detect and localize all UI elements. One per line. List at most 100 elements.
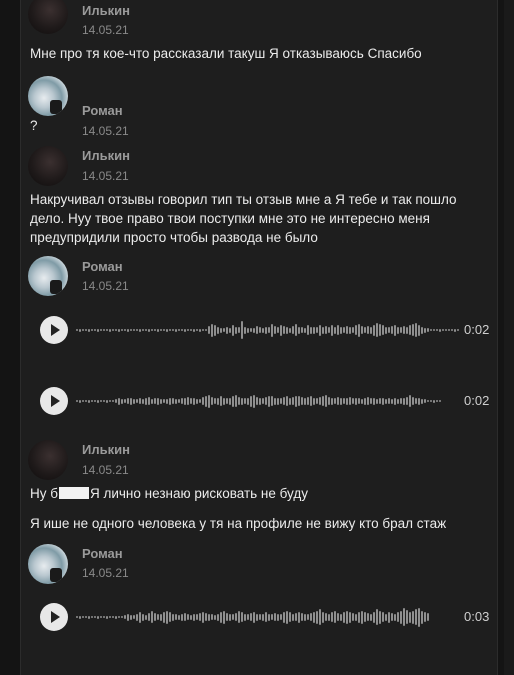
waveform-bar	[142, 329, 144, 331]
waveform-bar	[346, 326, 348, 334]
waveform-bar	[187, 397, 189, 405]
waveform-bar	[295, 324, 297, 336]
waveform-bar	[328, 397, 330, 405]
waveform-bar	[223, 328, 225, 332]
waveform-bar	[430, 329, 432, 331]
waveform-bar	[427, 328, 429, 332]
voice-message: 0:02	[40, 316, 500, 344]
audio-waveform[interactable]	[76, 603, 464, 631]
audio-waveform[interactable]	[76, 387, 464, 415]
author-name[interactable]: Илькин	[82, 3, 130, 18]
waveform-bar	[307, 614, 309, 620]
author-name[interactable]: Роман	[82, 259, 123, 274]
author-name[interactable]: Илькин	[82, 148, 130, 163]
waveform-bar	[220, 611, 222, 623]
waveform-bar	[343, 611, 345, 623]
waveform-bar	[175, 328, 177, 332]
waveform-bar	[226, 326, 228, 334]
message-text: Я ише не одного человека у тя на профиле…	[30, 516, 447, 531]
waveform-bar	[241, 321, 243, 339]
waveform-bar	[160, 613, 162, 621]
waveform-bar	[163, 611, 165, 623]
message-date: 14.05.21	[82, 566, 129, 580]
audio-waveform[interactable]	[76, 316, 464, 344]
waveform-bar	[325, 395, 327, 407]
waveform-bar	[394, 397, 396, 405]
waveform-bar	[133, 398, 135, 404]
waveform-bar	[118, 328, 120, 332]
waveform-bar	[436, 329, 438, 331]
waveform-bar	[145, 614, 147, 620]
waveform-bar	[178, 399, 180, 403]
message-date: 14.05.21	[82, 124, 129, 138]
avatar[interactable]	[28, 146, 68, 186]
waveform-bar	[280, 614, 282, 620]
waveform-bar	[385, 326, 387, 334]
play-icon[interactable]	[40, 316, 68, 344]
waveform-bar	[343, 327, 345, 333]
waveform-bar	[295, 613, 297, 621]
waveform-bar	[316, 398, 318, 404]
waveform-bar	[322, 611, 324, 623]
waveform-bar	[133, 329, 135, 331]
waveform-bar	[319, 397, 321, 405]
waveform-bar	[100, 400, 102, 402]
waveform-bar	[337, 397, 339, 405]
waveform-bar	[154, 398, 156, 404]
waveform-bar	[232, 324, 234, 336]
waveform-bar	[388, 327, 390, 333]
waveform-bar	[346, 397, 348, 405]
waveform-bar	[445, 329, 447, 331]
play-icon[interactable]	[40, 387, 68, 415]
waveform-bar	[391, 613, 393, 621]
waveform-bar	[109, 616, 111, 618]
waveform-bar	[247, 614, 249, 620]
waveform-bar	[208, 326, 210, 334]
waveform-bar	[415, 398, 417, 404]
waveform-bar	[259, 614, 261, 620]
waveform-bar	[208, 613, 210, 621]
waveform-bar	[415, 323, 417, 337]
waveform-bar	[292, 397, 294, 405]
waveform-bar	[112, 329, 114, 331]
waveform-bar	[145, 397, 147, 405]
message-text: дело. Нуу твое право твои поступки мне э…	[30, 211, 430, 226]
waveform-bar	[319, 609, 321, 625]
waveform-bar	[373, 397, 375, 405]
waveform-bar	[103, 400, 105, 402]
waveform-bar	[82, 400, 84, 402]
waveform-bar	[301, 613, 303, 621]
waveform-bar	[364, 612, 366, 622]
scrollbar[interactable]	[504, 0, 514, 675]
avatar[interactable]	[28, 440, 68, 480]
waveform-bar	[166, 610, 168, 624]
waveform-bar	[151, 398, 153, 404]
waveform-bar	[88, 615, 90, 619]
waveform-bar	[199, 399, 201, 403]
waveform-bar	[169, 329, 171, 331]
waveform-bar	[262, 613, 264, 621]
waveform-bar	[409, 611, 411, 623]
waveform-bar	[124, 329, 126, 331]
waveform-bar	[151, 611, 153, 623]
waveform-bar	[106, 615, 108, 619]
waveform-bar	[418, 397, 420, 405]
avatar[interactable]	[28, 544, 68, 584]
author-name[interactable]: Роман	[82, 103, 123, 118]
author-name[interactable]: Роман	[82, 546, 123, 561]
waveform-bar	[424, 327, 426, 333]
waveform-bar	[322, 396, 324, 406]
waveform-bar	[256, 397, 258, 405]
waveform-bar	[154, 613, 156, 621]
avatar[interactable]	[28, 256, 68, 296]
avatar[interactable]	[28, 76, 68, 116]
author-name[interactable]: Илькин	[82, 442, 130, 457]
waveform-bar	[184, 613, 186, 621]
waveform-bar	[409, 395, 411, 407]
waveform-bar	[379, 324, 381, 336]
play-icon[interactable]	[40, 603, 68, 631]
waveform-bar	[232, 614, 234, 620]
waveform-bar	[259, 397, 261, 405]
waveform-bar	[166, 398, 168, 404]
waveform-bar	[337, 325, 339, 335]
